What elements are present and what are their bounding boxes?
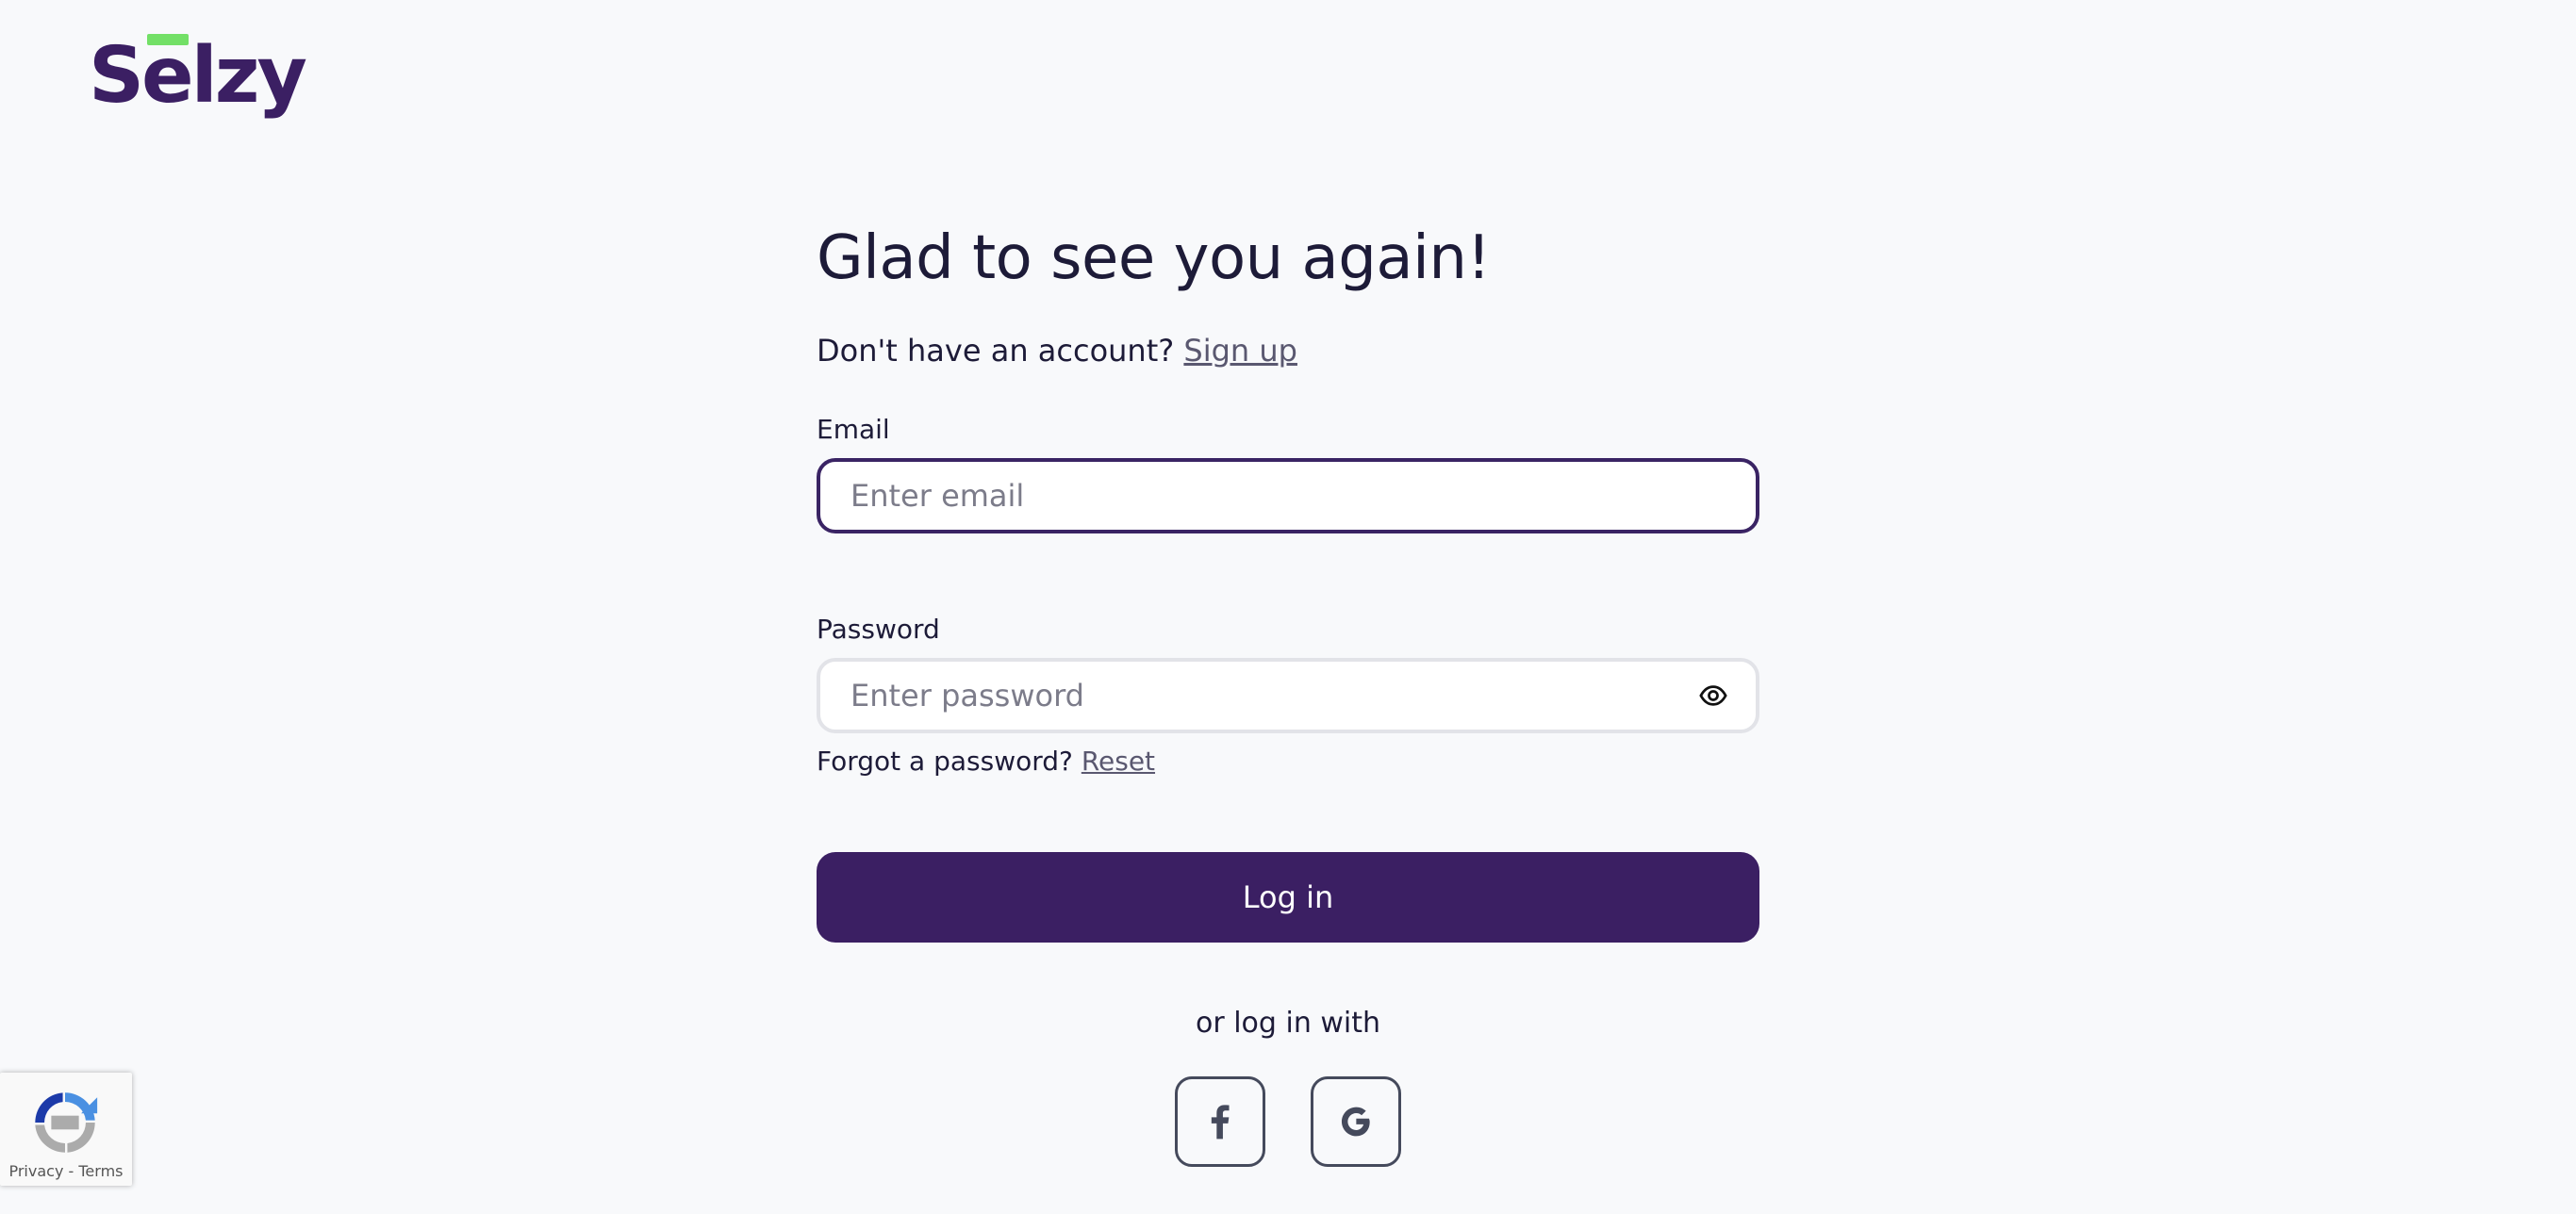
social-login-prompt: or log in with [1195,1007,1381,1040]
recaptcha-links: Privacy - Terms [0,1162,132,1180]
password-label: Password [817,614,940,645]
recaptcha-privacy-link[interactable]: Privacy [8,1162,63,1180]
email-input[interactable] [820,462,1756,530]
signup-prompt: Don't have an account? Sign up [817,330,1759,371]
password-input[interactable] [820,662,1756,730]
reset-password-link[interactable]: Reset [1082,746,1155,777]
social-login-buttons [817,1076,1759,1167]
eye-icon[interactable] [1699,681,1727,710]
signup-prompt-text: Don't have an account? [817,333,1175,369]
facebook-login-button[interactable] [1175,1076,1265,1167]
google-icon [1341,1107,1370,1137]
recaptcha-terms-link[interactable]: Terms [78,1162,123,1180]
recaptcha-icon [35,1092,98,1153]
password-field-wrapper [817,658,1759,733]
login-page: Selzy Glad to see you again! Don't have … [0,0,2576,1214]
email-field-wrapper [817,458,1759,533]
page-title: Glad to see you again! [817,223,1491,293]
recaptcha-separator: - [63,1162,79,1180]
google-login-button[interactable] [1311,1076,1401,1167]
login-button[interactable]: Log in [817,852,1759,943]
login-form: Glad to see you again! Don't have an acc… [817,217,1759,1167]
signup-link[interactable]: Sign up [1183,333,1297,369]
email-label: Email [817,414,890,445]
forgot-password-text: Forgot a password? [817,746,1073,777]
selzy-logo[interactable]: Selzy [89,21,307,121]
logo-accent-bar [147,34,189,45]
facebook-icon [1211,1105,1230,1140]
recaptcha-badge[interactable]: Privacy - Terms [0,1073,132,1186]
forgot-password-prompt: Forgot a password? Reset [817,743,1759,780]
logo-wordmark: Selzy [89,31,307,121]
